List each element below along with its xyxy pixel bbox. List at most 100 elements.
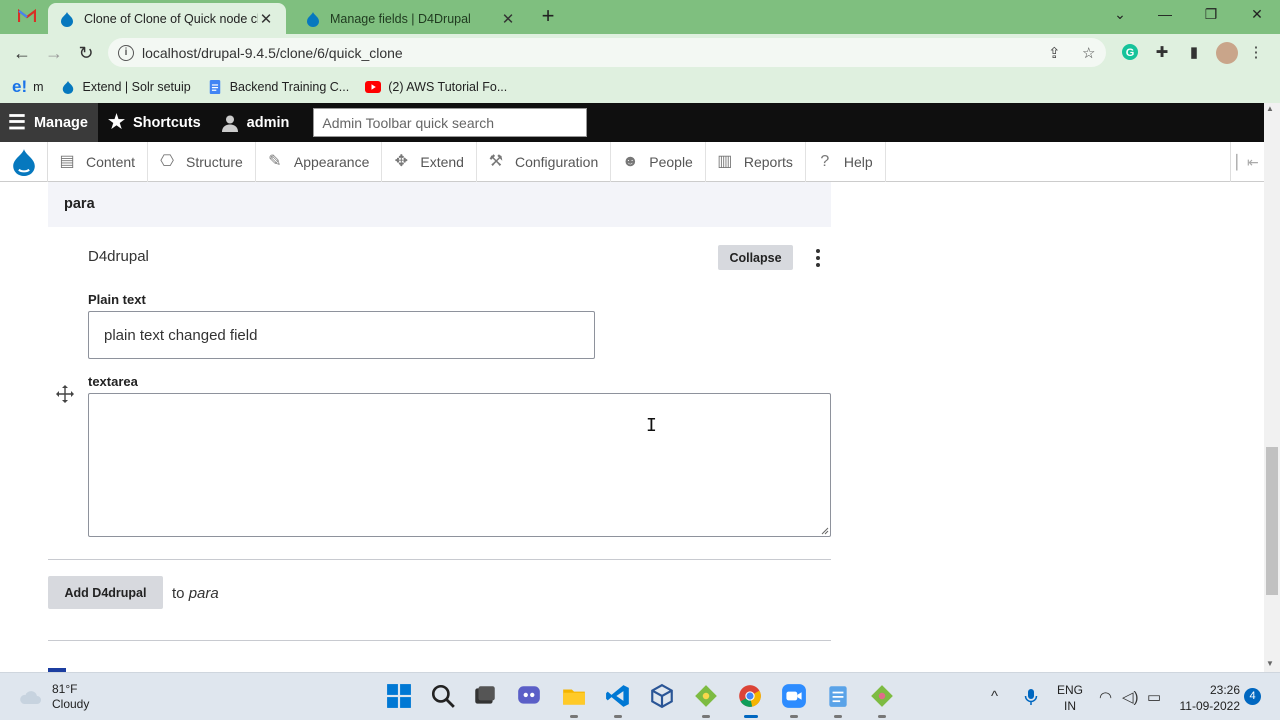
microphone-icon[interactable] <box>1024 688 1038 706</box>
windows-start-icon[interactable] <box>386 683 412 709</box>
drag-handle-icon[interactable] <box>55 384 75 404</box>
restore-button[interactable]: ❐ <box>1201 6 1221 23</box>
docs-icon <box>209 80 220 94</box>
scroll-down-icon[interactable]: ▼ <box>1266 659 1274 668</box>
gmail-icon[interactable] <box>18 8 36 24</box>
side-panel-icon[interactable]: ▮ <box>1184 43 1204 63</box>
weather-widget[interactable]: 81°F Cloudy <box>18 682 89 712</box>
tab-title: Manage fields | D4Drupal <box>330 11 471 26</box>
close-tab-icon[interactable]: ✕ <box>500 10 516 28</box>
resize-grip-icon[interactable] <box>821 527 829 535</box>
node-form: para D4drupal Collapse Plain text plain … <box>0 182 1264 672</box>
bookmark-item[interactable]: Backend Training C... <box>207 80 349 94</box>
admin-tray: ▤ Content ⎔ Structure ✎ Appearance ✥ Extend … <box>0 141 1264 182</box>
toolbar-shortcuts[interactable]: ★ Shortcuts <box>98 103 211 142</box>
reload-button[interactable]: ↻ <box>74 41 98 65</box>
grammarly-icon[interactable]: G <box>1121 43 1139 61</box>
url-text: localhost/drupal-9.4.5/clone/6/quick_clo… <box>142 44 403 61</box>
language-indicator[interactable]: ENG IN <box>1053 682 1087 714</box>
tab-title: Clone of Clone of Quick node clo <box>84 11 258 26</box>
admin-toolbar: ☰ Manage ★ Shortcuts admin Admin Toolbar… <box>0 103 1264 142</box>
tab-manage-fields[interactable]: Manage fields | D4Drupal ✕ <box>294 3 528 34</box>
notification-badge[interactable]: 4 <box>1244 688 1261 705</box>
search-icon[interactable] <box>430 683 456 709</box>
plain-text-label: Plain text <box>88 292 146 307</box>
profile-avatar[interactable] <box>1216 42 1238 64</box>
scrollbar-thumb[interactable] <box>1266 447 1278 595</box>
browser-toolbar: ← → ↻ i localhost/drupal-9.4.5/clone/6/q… <box>0 34 1280 71</box>
bar-chart-icon: ▥ <box>717 152 733 170</box>
tab-clone-node[interactable]: Clone of Clone of Quick node clo ✕ <box>48 3 286 34</box>
forward-button[interactable]: → <box>42 41 66 65</box>
tray-item-people[interactable]: ☻ People <box>611 141 706 182</box>
sitemap-icon: ⎔ <box>160 152 175 170</box>
toolbar-manage[interactable]: ☰ Manage <box>0 103 98 142</box>
tray-item-help[interactable]: ? Help <box>806 141 886 182</box>
battery-icon[interactable]: ▭ <box>1147 688 1161 706</box>
tray-item-content[interactable]: ▤ Content <box>48 141 149 182</box>
close-window-button[interactable]: ✕ <box>1247 6 1267 23</box>
paragraphs-field-header: para <box>48 182 831 227</box>
admin-quick-search-input[interactable]: Admin Toolbar quick search <box>313 108 588 137</box>
hamburger-icon: ☰ <box>8 112 26 134</box>
tray-item-appearance[interactable]: ✎ Appearance <box>256 141 383 182</box>
textarea-input[interactable] <box>88 393 831 537</box>
address-bar[interactable]: i localhost/drupal-9.4.5/clone/6/quick_c… <box>108 38 1106 67</box>
puzzle-icon: ✥ <box>394 152 409 170</box>
share-icon[interactable]: ⇪ <box>1048 44 1061 62</box>
paragraph-type-title: D4drupal <box>88 248 149 265</box>
zoom-icon[interactable] <box>781 683 807 709</box>
git-app-icon[interactable] <box>693 683 719 709</box>
add-to-text: to para <box>172 585 219 602</box>
tray-item-extend[interactable]: ✥ Extend <box>382 141 477 182</box>
bookmark-star-icon[interactable]: ☆ <box>1082 44 1095 62</box>
back-button[interactable]: ← <box>10 41 34 65</box>
add-d4drupal-button[interactable]: Add D4drupal <box>48 576 163 609</box>
e-extension-icon[interactable]: e! <box>12 77 27 97</box>
bookmark-item[interactable]: Extend | Solr setuip <box>60 80 191 94</box>
virtualbox-icon[interactable] <box>649 683 675 709</box>
collapse-button[interactable]: Collapse <box>718 245 793 270</box>
collapse-tray-icon[interactable]: ▏⇤ <box>1230 142 1264 182</box>
chrome-icon[interactable] <box>737 683 763 709</box>
bookmark-item[interactable]: m <box>33 80 43 94</box>
scroll-up-icon[interactable]: ▲ <box>1266 104 1274 113</box>
paragraph-actions-menu-icon[interactable] <box>810 246 826 270</box>
drupal-icon <box>62 80 73 94</box>
wifi-icon[interactable]: ◠ <box>1099 688 1112 706</box>
teams-chat-icon[interactable] <box>516 683 542 709</box>
chrome-menu-icon[interactable]: ⋮ <box>1246 43 1266 63</box>
user-icon <box>221 115 238 132</box>
git-app-icon[interactable] <box>869 683 895 709</box>
toolbar-user[interactable]: admin <box>211 103 300 142</box>
notepad-icon[interactable] <box>825 683 851 709</box>
close-tab-icon[interactable]: ✕ <box>258 10 274 28</box>
task-view-icon[interactable] <box>472 683 498 709</box>
new-tab-button[interactable]: + <box>538 5 558 27</box>
file-explorer-icon[interactable] <box>561 683 587 709</box>
extensions-icon[interactable]: ✚ <box>1152 43 1172 63</box>
svg-text:G: G <box>1126 47 1135 59</box>
star-icon: ★ <box>107 112 125 133</box>
bookmarks-bar: e! m Extend | Solr setuip Backend Traini… <box>0 71 1280 103</box>
file-icon: ▤ <box>59 152 75 170</box>
volume-icon[interactable]: ◁) <box>1122 688 1139 706</box>
minimize-button[interactable]: — <box>1155 6 1175 22</box>
textarea-label: textarea <box>88 374 138 389</box>
tab-search-icon[interactable]: ⌄ <box>1110 6 1130 23</box>
tray-item-configuration[interactable]: ⚒ Configuration <box>477 141 612 182</box>
plain-text-input[interactable]: plain text changed field <box>88 311 595 359</box>
windows-taskbar: 81°F Cloudy ^ ENG IN ◠ ◁) ▭ 23:26 11-09-… <box>0 672 1280 720</box>
vscode-icon[interactable] <box>605 683 631 709</box>
clock[interactable]: 23:26 11-09-2022 <box>1172 682 1241 714</box>
people-icon: ☻ <box>621 152 639 170</box>
bookmark-item[interactable]: (2) AWS Tutorial Fo... <box>365 80 507 94</box>
divider <box>48 559 831 560</box>
wrench-icon: ⚒ <box>488 152 504 170</box>
tray-item-structure[interactable]: ⎔ Structure <box>148 141 256 182</box>
tray-item-reports[interactable]: ▥ Reports <box>706 141 806 182</box>
site-info-icon[interactable]: i <box>118 44 134 61</box>
show-hidden-icons-icon[interactable]: ^ <box>991 688 998 705</box>
divider <box>48 640 831 641</box>
drupal-logo[interactable] <box>0 141 48 182</box>
